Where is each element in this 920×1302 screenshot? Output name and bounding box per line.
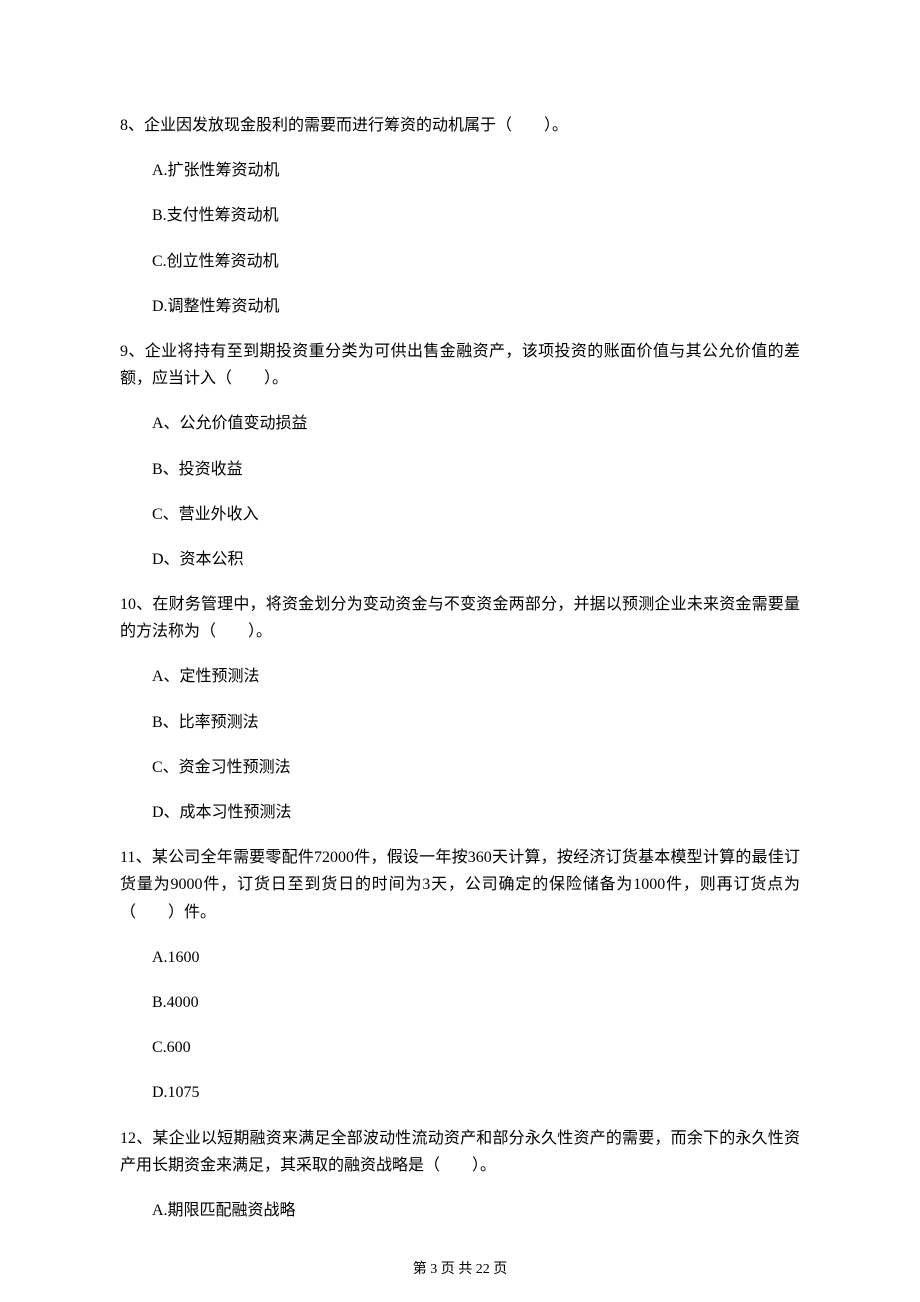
question-block-11: 11、某公司全年需要零配件72000件，假设一年按360天计算，按经济订货基本模… bbox=[120, 844, 800, 1106]
question-option: D.1075 bbox=[152, 1079, 800, 1106]
question-block-12: 12、某企业以短期融资来满足全部波动性流动资产和部分永久性资产的需要，而余下的永… bbox=[120, 1125, 800, 1225]
question-option: C、资金习性预测法 bbox=[152, 754, 800, 781]
question-option: C、营业外收入 bbox=[152, 501, 800, 528]
question-option: B、比率预测法 bbox=[152, 709, 800, 736]
question-stem: 12、某企业以短期融资来满足全部波动性流动资产和部分永久性资产的需要，而余下的永… bbox=[120, 1125, 800, 1179]
question-stem: 9、企业将持有至到期投资重分类为可供出售金融资产，该项投资的账面价值与其公允价值… bbox=[120, 338, 800, 392]
question-option: D、成本习性预测法 bbox=[152, 799, 800, 826]
question-option: A.期限匹配融资战略 bbox=[152, 1197, 800, 1224]
question-option: A.1600 bbox=[152, 944, 800, 971]
page: 8、企业因发放现金股利的需要而进行筹资的动机属于（ ）。 A.扩张性筹资动机 B… bbox=[0, 0, 920, 1302]
question-block-9: 9、企业将持有至到期投资重分类为可供出售金融资产，该项投资的账面价值与其公允价值… bbox=[120, 338, 800, 573]
question-option: B.支付性筹资动机 bbox=[152, 202, 800, 229]
question-stem: 10、在财务管理中，将资金划分为变动资金与不变资金两部分，并据以预测企业未来资金… bbox=[120, 591, 800, 645]
question-option: A、定性预测法 bbox=[152, 663, 800, 690]
question-stem: 11、某公司全年需要零配件72000件，假设一年按360天计算，按经济订货基本模… bbox=[120, 844, 800, 926]
question-option: B.4000 bbox=[152, 989, 800, 1016]
question-option: A.扩张性筹资动机 bbox=[152, 157, 800, 184]
question-option: D、资本公积 bbox=[152, 546, 800, 573]
question-stem: 8、企业因发放现金股利的需要而进行筹资的动机属于（ ）。 bbox=[120, 112, 800, 139]
question-option: C.600 bbox=[152, 1034, 800, 1061]
page-footer: 第 3 页 共 22 页 bbox=[0, 1258, 920, 1278]
question-option: A、公允价值变动损益 bbox=[152, 410, 800, 437]
question-block-8: 8、企业因发放现金股利的需要而进行筹资的动机属于（ ）。 A.扩张性筹资动机 B… bbox=[120, 112, 800, 320]
question-option: C.创立性筹资动机 bbox=[152, 248, 800, 275]
question-option: D.调整性筹资动机 bbox=[152, 293, 800, 320]
question-block-10: 10、在财务管理中，将资金划分为变动资金与不变资金两部分，并据以预测企业未来资金… bbox=[120, 591, 800, 826]
question-option: B、投资收益 bbox=[152, 456, 800, 483]
